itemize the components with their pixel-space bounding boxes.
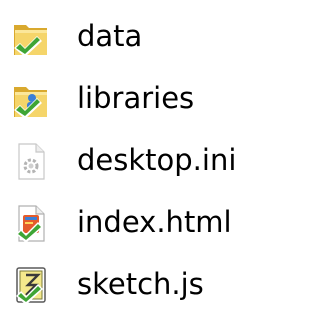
folder-shared-synced-icon xyxy=(12,79,50,119)
file-item-libraries[interactable]: libraries xyxy=(0,74,259,124)
file-name: index.html xyxy=(77,205,232,239)
folder-synced-icon xyxy=(12,17,50,57)
file-name: desktop.ini xyxy=(77,143,237,177)
settings-file-icon xyxy=(12,141,50,181)
file-item-desktop-ini[interactable]: desktop.ini xyxy=(0,136,259,186)
html-file-synced-icon xyxy=(12,203,50,243)
js-file-synced-icon xyxy=(12,265,50,305)
file-item-sketch-js[interactable]: sketch.js xyxy=(0,260,259,310)
file-name: sketch.js xyxy=(77,267,204,301)
file-item-data[interactable]: data xyxy=(0,12,259,62)
file-item-index-html[interactable]: index.html xyxy=(0,198,259,248)
file-name: data xyxy=(77,19,143,53)
file-name: libraries xyxy=(77,81,195,115)
file-list: data libraries desktop.ini index.html sk… xyxy=(0,0,259,314)
